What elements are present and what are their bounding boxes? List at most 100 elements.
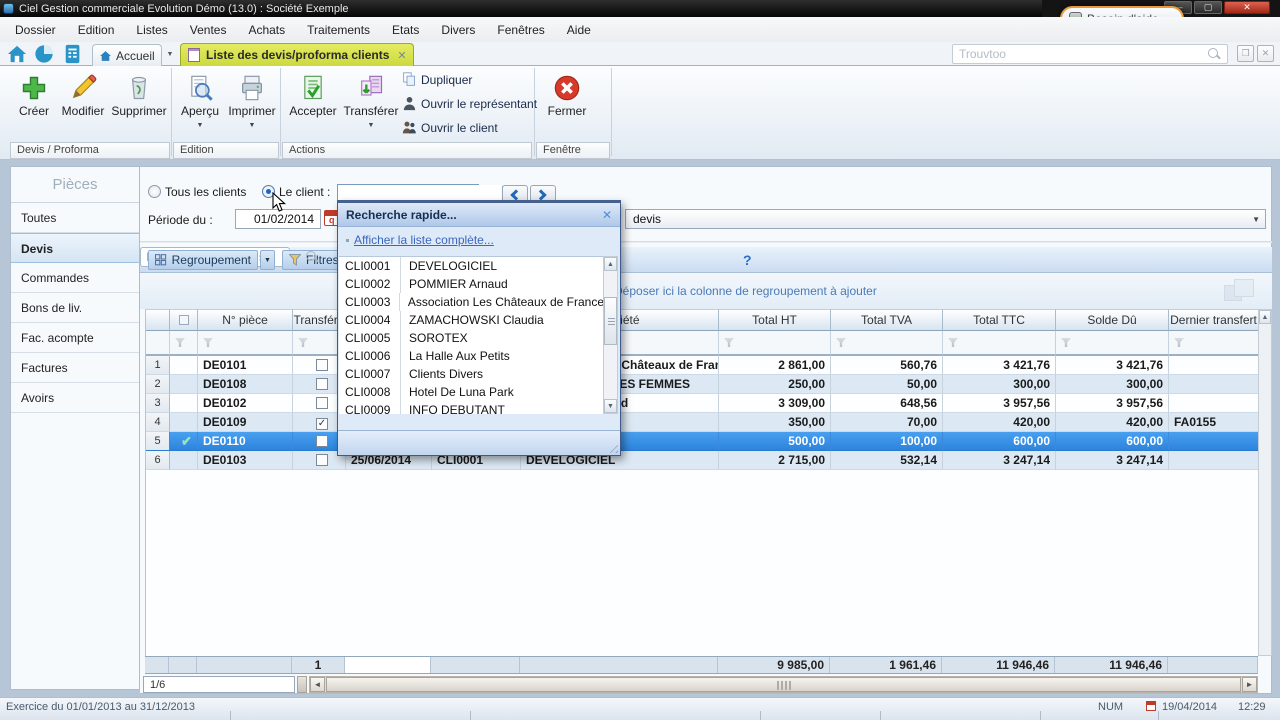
scroll-up-icon[interactable]: ▲	[604, 257, 617, 271]
open-client-link[interactable]: Ouvrir le client	[402, 120, 498, 135]
grouping-dropdown[interactable]: ▼	[260, 250, 275, 270]
vertical-scrollbar[interactable]: ▲	[1258, 309, 1272, 656]
transferred-checkbox[interactable]	[316, 435, 328, 447]
table-row[interactable]: 2DE0108AU BONHEUR DES FEMMES250,0050,003…	[146, 375, 1258, 394]
menu-fenetres[interactable]: Fenêtres	[486, 20, 555, 40]
sidebar-item-bons-de-liv[interactable]: Bons de liv.	[11, 293, 139, 323]
sidebar-item-factures[interactable]: Factures	[11, 353, 139, 383]
scroll-right-icon[interactable]: ►	[1242, 677, 1257, 692]
open-representative-link[interactable]: Ouvrir le représentant	[402, 96, 537, 111]
delete-button[interactable]: Supprimer	[110, 74, 168, 120]
popup-close-icon[interactable]: ✕	[602, 208, 612, 222]
resize-grip-icon[interactable]	[606, 441, 618, 453]
sidebar-item-avoirs[interactable]: Avoirs	[11, 383, 139, 413]
menu-edition[interactable]: Edition	[67, 20, 126, 40]
sidebar-item-devis[interactable]: Devis	[11, 233, 139, 263]
transferred-checkbox[interactable]: ✓	[316, 418, 328, 430]
sidebar-item-commandes[interactable]: Commandes	[11, 263, 139, 293]
tab-accueil-dropdown[interactable]: ▼	[163, 46, 177, 64]
transferred-checkbox[interactable]	[316, 378, 328, 390]
popup-scrollbar[interactable]: ▲ ▼	[603, 256, 618, 414]
menu-ventes[interactable]: Ventes	[179, 20, 238, 40]
maximize-button[interactable]: ▢	[1194, 1, 1222, 14]
client-list-item[interactable]: CLI0007 Clients Divers	[339, 365, 604, 383]
table-row[interactable]: 3DE0102POMMIER Arnaud3 309,00648,563 957…	[146, 394, 1258, 413]
create-button[interactable]: Créer	[12, 74, 56, 120]
close-panel-icon[interactable]: ✕	[1257, 45, 1274, 62]
global-search-input[interactable]	[953, 47, 1208, 61]
column-filter-cell[interactable]	[1169, 331, 1258, 356]
menu-aide[interactable]: Aide	[556, 20, 602, 40]
help-question-button[interactable]: ?	[743, 252, 752, 268]
menu-divers[interactable]: Divers	[430, 20, 486, 40]
menu-dossier[interactable]: Dossier	[4, 20, 67, 40]
column-filter-cell[interactable]	[1056, 331, 1169, 356]
report-icon[interactable]	[62, 44, 84, 64]
accept-button[interactable]: Accepter	[286, 74, 340, 120]
header-piece[interactable]: N° pièce	[198, 309, 293, 331]
select-all-checkbox[interactable]	[178, 315, 189, 325]
client-list-item[interactable]: CLI0005 SOROTEX	[339, 329, 604, 347]
scroll-up-icon[interactable]: ▲	[1259, 310, 1271, 324]
scrollbar-thumb[interactable]	[326, 677, 1241, 692]
home-icon[interactable]	[6, 44, 28, 64]
dropdown-arrow-icon[interactable]: ▼	[226, 122, 278, 129]
header-total-ttc[interactable]: Total TTC	[943, 309, 1056, 331]
dashboard-pie-icon[interactable]	[33, 44, 55, 64]
scrollbar-thumb[interactable]	[604, 297, 617, 345]
client-list-item[interactable]: CLI0008 Hotel De Luna Park	[339, 383, 604, 401]
print-button[interactable]: Imprimer ▼	[226, 74, 278, 129]
column-filter-cell[interactable]	[831, 331, 943, 356]
header-total-tva[interactable]: Total TVA	[831, 309, 943, 331]
menu-listes[interactable]: Listes	[125, 20, 178, 40]
show-full-list-link[interactable]: Afficher la liste complète...	[354, 233, 494, 247]
view-select[interactable]: devis ▼	[625, 209, 1266, 229]
sidebar-item-toutes[interactable]: Toutes	[11, 203, 139, 233]
transferred-checkbox[interactable]	[316, 359, 328, 371]
menu-etats[interactable]: Etats	[381, 20, 430, 40]
dropdown-arrow-icon[interactable]: ▼	[176, 122, 224, 129]
sidebar-item-fac-acompte[interactable]: Fac. acompte	[11, 323, 139, 353]
client-list-item[interactable]: CLI0003 Association Les Châteaux de Franc…	[339, 293, 604, 311]
menu-bar: Dossier Edition Listes Ventes Achats Traiteme…	[0, 17, 1280, 42]
modify-button[interactable]: Modifier	[58, 74, 108, 120]
grouping-button[interactable]: Regroupement	[148, 250, 258, 270]
tab-liste-devis[interactable]: Liste des devis/proforma clients ✕	[180, 43, 414, 66]
table-row[interactable]: 4DE0109✓02/04/2014CLI0001DEVELOGICIEL350…	[146, 413, 1258, 432]
pager-splitter[interactable]	[297, 676, 307, 693]
transfer-button[interactable]: Transférer ▼	[342, 74, 400, 129]
table-row[interactable]: 1 DE0101 Association Les Châteaux de Franc…	[146, 356, 1258, 375]
transferred-checkbox[interactable]	[316, 397, 328, 409]
transferred-checkbox[interactable]	[316, 454, 328, 466]
column-filter-cell[interactable]	[198, 331, 293, 356]
client-list-item[interactable]: CLI0002 POMMIER Arnaud	[339, 275, 604, 293]
header-solde-du[interactable]: Solde Dû	[1056, 309, 1169, 331]
horizontal-scrollbar[interactable]: ◄ ►	[309, 676, 1258, 693]
dropdown-arrow-icon[interactable]: ▼	[342, 122, 400, 129]
scroll-left-icon[interactable]: ◄	[310, 677, 325, 692]
popup-title-bar[interactable]: Recherche rapide... ✕	[338, 203, 620, 227]
client-list-item[interactable]: CLI0001 DEVELOGICIEL	[339, 257, 604, 275]
menu-achats[interactable]: Achats	[237, 20, 296, 40]
radio-all-clients[interactable]	[148, 185, 161, 198]
tab-close-icon[interactable]: ✕	[397, 49, 406, 62]
client-list-item[interactable]: CLI0009 INFO DEBUTANT	[339, 401, 604, 414]
header-total-ht[interactable]: Total HT	[719, 309, 831, 331]
table-row[interactable]: 5✔DE011019/04/2014CLI0001DEVELOGICIEL500…	[146, 432, 1258, 451]
menu-traitements[interactable]: Traitements	[296, 20, 381, 40]
client-list-item[interactable]: CLI0006 La Halle Aux Petits	[339, 347, 604, 365]
header-dernier-transfert[interactable]: Dernier transfert	[1169, 309, 1258, 331]
column-filter-cell[interactable]	[170, 331, 198, 356]
panel-toggle-icon[interactable]: ❒	[1237, 45, 1254, 62]
tab-accueil[interactable]: Accueil	[92, 44, 162, 66]
client-list-item[interactable]: CLI0004 ZAMACHOWSKI Claudia	[339, 311, 604, 329]
duplicate-link[interactable]: Dupliquer	[402, 72, 472, 87]
header-select[interactable]	[170, 309, 198, 331]
column-filter-cell[interactable]	[943, 331, 1056, 356]
column-filter-cell[interactable]	[719, 331, 831, 356]
table-row[interactable]: 6 DE0103 25/06/2014 CLI0001 DEVELOGICIEL 2 71…	[146, 451, 1258, 470]
close-window-button[interactable]: Fermer	[540, 74, 594, 120]
close-button[interactable]: ✕	[1224, 1, 1270, 14]
preview-button[interactable]: Aperçu ▼	[176, 74, 224, 129]
scroll-down-icon[interactable]: ▼	[604, 399, 617, 413]
